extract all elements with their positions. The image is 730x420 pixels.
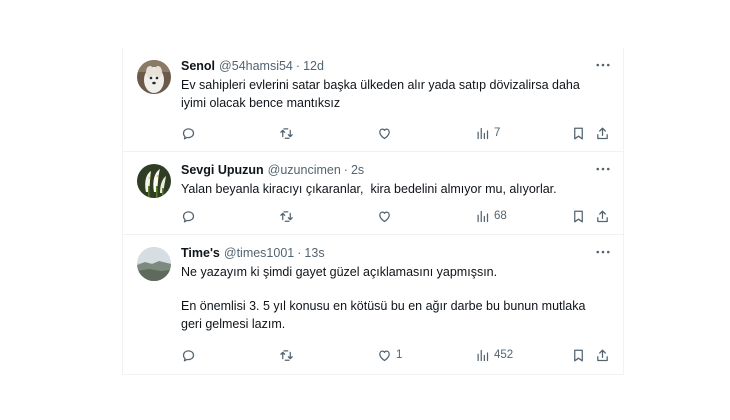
timestamp[interactable]: 2s bbox=[351, 162, 364, 178]
tweet[interactable]: Senol @54hamsi54 · 12d Ev sahipleri evle… bbox=[123, 48, 623, 152]
tweet-text-line: En önemlisi 3. 5 yıl konusu en kötüsü bu… bbox=[181, 299, 586, 313]
share-button[interactable] bbox=[595, 126, 610, 141]
heart-icon bbox=[379, 211, 390, 222]
share-button[interactable] bbox=[595, 348, 610, 363]
separator-dot: · bbox=[343, 163, 348, 177]
display-name[interactable]: Senol bbox=[181, 58, 215, 74]
more-icon[interactable] bbox=[595, 245, 611, 259]
heart-icon bbox=[379, 128, 390, 139]
more-icon[interactable] bbox=[595, 162, 611, 176]
tweet-text: Ev sahipleri evlerini satar başka ülkede… bbox=[181, 76, 611, 112]
user-handle[interactable]: @times1001 bbox=[224, 245, 294, 261]
tweet[interactable]: Sevgi Upuzun @uzuncimen · 2s Yalan beyan… bbox=[123, 152, 623, 235]
separator-dot: · bbox=[295, 59, 301, 73]
bookmark-button[interactable] bbox=[571, 209, 586, 224]
reply-button[interactable] bbox=[181, 126, 200, 141]
tweet-header: Time's @times1001 · 13s bbox=[181, 245, 611, 261]
share-icon bbox=[597, 210, 608, 222]
view-count: 7 bbox=[494, 127, 501, 139]
tweet-header: Sevgi Upuzun @uzuncimen · 2s bbox=[181, 162, 611, 178]
share-button[interactable] bbox=[595, 209, 610, 224]
tweet-text-line: Ev sahipleri evlerini satar başka ülkede… bbox=[181, 78, 580, 92]
tweet-text-line: Ne yazayım ki şimdi gayet güzel açıklama… bbox=[181, 265, 498, 279]
timestamp[interactable]: 13s bbox=[304, 245, 324, 261]
display-name[interactable]: Sevgi Upuzun bbox=[181, 162, 264, 178]
avatar[interactable] bbox=[137, 164, 171, 198]
like-count: 1 bbox=[396, 349, 403, 361]
display-name[interactable]: Time's bbox=[181, 245, 220, 261]
tweet-text: Ne yazayım ki şimdi gayet güzel açıklama… bbox=[181, 263, 611, 333]
tweet[interactable]: Time's @times1001 · 13s Ne yazayım ki şi… bbox=[123, 235, 623, 375]
tweet-text-line: Yalan beyanla kiracıyı çıkaranlar, kira … bbox=[181, 182, 557, 196]
reply-icon bbox=[182, 210, 195, 222]
heart-icon bbox=[379, 350, 390, 361]
views-icon bbox=[477, 349, 489, 361]
tweet-header: Senol @54hamsi54 · 12d bbox=[181, 58, 611, 74]
views-icon bbox=[477, 127, 489, 139]
action-bar: 1 452 bbox=[181, 346, 613, 364]
like-button[interactable] bbox=[377, 126, 396, 141]
bookmark-icon bbox=[574, 349, 583, 361]
page: Senol @54hamsi54 · 12d Ev sahipleri evle… bbox=[0, 0, 730, 420]
bookmark-icon bbox=[574, 127, 583, 139]
retweet-button[interactable] bbox=[279, 126, 298, 141]
reply-icon bbox=[182, 349, 195, 361]
views-icon bbox=[477, 210, 489, 222]
retweet-icon bbox=[280, 127, 293, 139]
views-button[interactable]: 68 bbox=[475, 209, 507, 224]
separator-dot: · bbox=[297, 246, 302, 260]
retweet-button[interactable] bbox=[279, 348, 298, 363]
like-button[interactable]: 1 bbox=[377, 348, 402, 363]
avatar[interactable] bbox=[137, 60, 171, 94]
bookmark-icon bbox=[574, 210, 583, 222]
reply-thread: Senol @54hamsi54 · 12d Ev sahipleri evle… bbox=[122, 48, 624, 375]
tweet-text-line: iyimi olacak bence mantıksız bbox=[181, 96, 341, 110]
views-button[interactable]: 7 bbox=[475, 126, 500, 141]
reply-icon bbox=[182, 127, 195, 139]
retweet-button[interactable] bbox=[279, 209, 298, 224]
bookmark-button[interactable] bbox=[571, 126, 586, 141]
more-icon[interactable] bbox=[595, 58, 611, 72]
like-button[interactable] bbox=[377, 209, 396, 224]
action-bar: 7 bbox=[181, 124, 613, 142]
reply-button[interactable] bbox=[181, 209, 200, 224]
reply-button[interactable] bbox=[181, 348, 200, 363]
tweet-text-line: geri gelmesi lazım. bbox=[181, 317, 286, 331]
share-icon bbox=[597, 349, 608, 361]
share-icon bbox=[597, 127, 608, 139]
retweet-icon bbox=[280, 210, 293, 222]
user-handle[interactable]: @uzuncimen bbox=[268, 162, 341, 178]
views-button[interactable]: 452 bbox=[475, 348, 513, 363]
timestamp[interactable]: 12d bbox=[303, 58, 324, 74]
tweet-text: Yalan beyanla kiracıyı çıkaranlar, kira … bbox=[181, 180, 611, 198]
action-bar: 68 bbox=[181, 207, 613, 225]
bookmark-button[interactable] bbox=[571, 348, 586, 363]
view-count: 68 bbox=[494, 210, 507, 222]
user-handle[interactable]: @54hamsi54 bbox=[219, 58, 293, 74]
retweet-icon bbox=[280, 349, 293, 361]
view-count: 452 bbox=[494, 349, 514, 361]
avatar[interactable] bbox=[137, 247, 171, 281]
